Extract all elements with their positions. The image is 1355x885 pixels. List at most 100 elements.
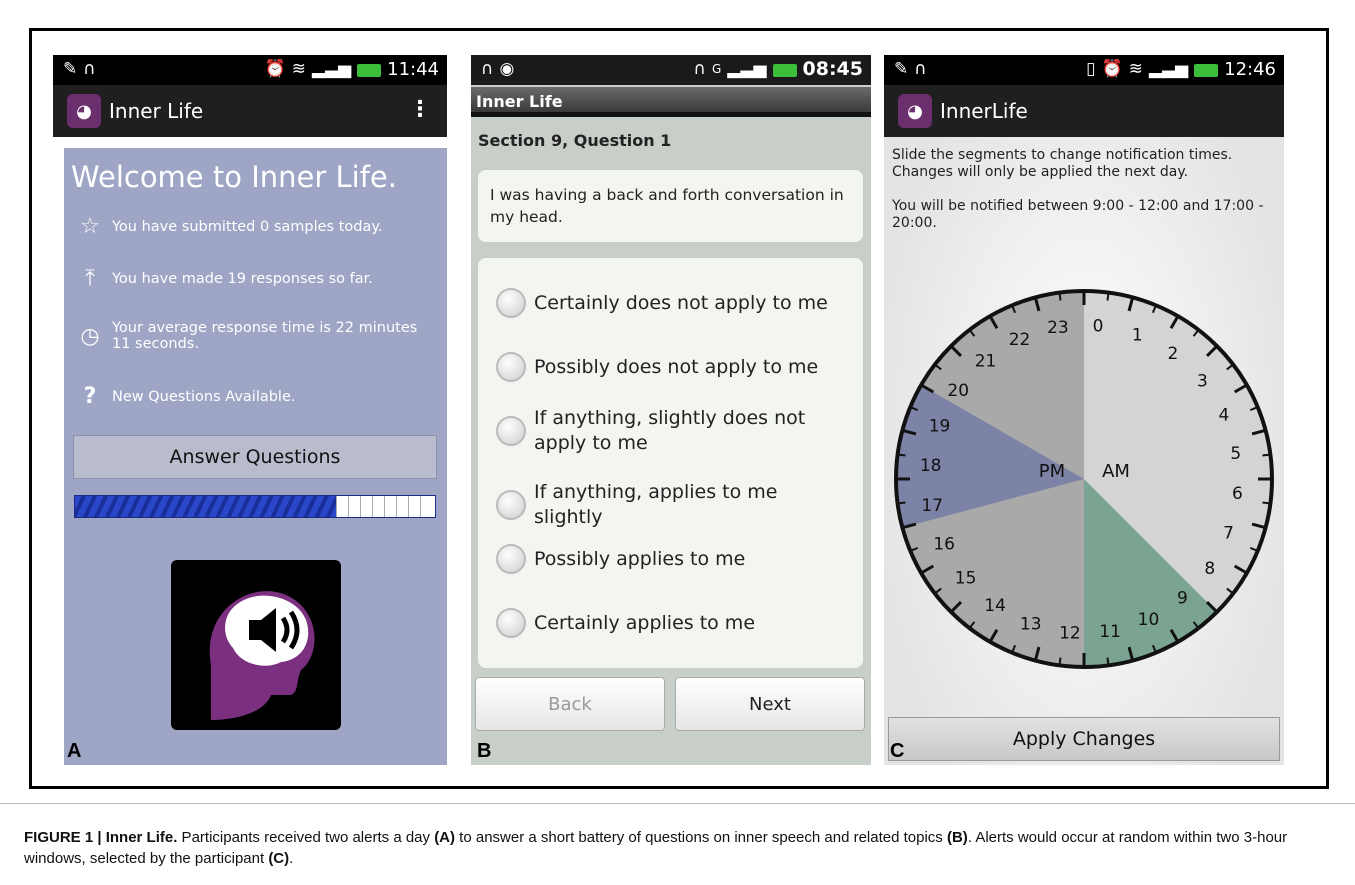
caption-ref-a: (A) [434, 829, 456, 846]
vibrate-icon: ▯ [1086, 59, 1096, 79]
progress-fill [75, 496, 336, 517]
progress-cell [348, 496, 360, 517]
figure-caption: FIGURE 1 | Inner Life. Participants rece… [0, 803, 1355, 869]
option-label: Certainly does not apply to me [534, 291, 828, 314]
battery-icon [1194, 63, 1219, 77]
hour-label: 11 [1099, 622, 1121, 642]
app-logo-icon: ◕ [67, 94, 101, 128]
hour-label: 23 [1047, 318, 1069, 338]
hour-label: 20 [947, 381, 969, 401]
status-time: 12:46 [1224, 58, 1276, 80]
screen-a: ✎ ∩ ⏰ ≋ ▂▃▅ 11:44 ◕ Inner Life ⋮ Welcome … [53, 55, 447, 765]
radio-button[interactable] [496, 490, 526, 520]
caption-text: Participants received two alerts a day [177, 829, 435, 846]
option-2[interactable]: If anything, slightly does not apply to … [496, 406, 846, 456]
app-logo [171, 560, 341, 730]
option-0[interactable]: Certainly does not apply to me [496, 288, 846, 318]
option-5[interactable]: Certainly applies to me [496, 608, 846, 638]
hour-label: 13 [1020, 614, 1042, 634]
hour-label: 17 [921, 496, 943, 516]
progress-cell [360, 496, 372, 517]
app-bar: ◕ Inner Life ⋮ [53, 85, 447, 137]
option-4[interactable]: Possibly applies to me [496, 544, 846, 574]
stat-text: Your average response time is 22 minutes… [112, 320, 418, 352]
half-hour-tick [1262, 501, 1271, 505]
next-button[interactable]: Next [675, 677, 865, 731]
stat-row-samples: ☆ You have submitted 0 samples today. [76, 216, 441, 238]
edit-icon: ✎ [894, 59, 909, 79]
overflow-menu-icon[interactable]: ⋮ [409, 97, 431, 122]
headphones-icon: ∩ [481, 59, 494, 79]
headphones-icon: ∩ [914, 59, 927, 79]
signal-icon: ▂▃▅ [727, 59, 767, 79]
screen-b: ∩ ◉ ∩ G ▂▃▅ 08:45 Inner Life Section 9, Q… [471, 55, 871, 765]
radio-button[interactable] [496, 608, 526, 638]
stat-row-time: ◷ Your average response time is 22 minut… [76, 320, 441, 352]
edit-icon: ✎ [63, 59, 78, 79]
progress-cell [396, 496, 408, 517]
option-label: Possibly applies to me [534, 547, 746, 570]
hour-label: 6 [1232, 484, 1243, 504]
star-icon: ☆ [80, 214, 100, 239]
half-hour-tick [1058, 657, 1062, 666]
apply-changes-button[interactable]: Apply Changes [888, 717, 1280, 761]
screen-c: ✎ ∩ ▯ ⏰ ≋ ▂▃▅ 12:46 ◕ InnerLife Slide the… [884, 55, 1284, 765]
hour-label: 14 [984, 596, 1006, 616]
radio-button[interactable] [496, 544, 526, 574]
caption-ref-c: (C) [268, 850, 290, 867]
option-label: If anything, slightly does not apply to … [534, 407, 806, 454]
home-body: Welcome to Inner Life. ☆ You have submit… [64, 148, 447, 765]
stat-row-questions: ? New Questions Available. [76, 386, 441, 408]
status-bar: ✎ ∩ ⏰ ≋ ▂▃▅ 11:44 [53, 55, 447, 85]
battery-icon [357, 63, 382, 77]
stat-text: You have made 19 responses so far. [112, 271, 373, 287]
caption-text: to answer a short battery of questions o… [455, 829, 947, 846]
stat-row-responses: ⤒ You have made 19 responses so far. [76, 268, 441, 290]
half-hour-tick [1262, 453, 1271, 457]
status-time: 11:44 [387, 58, 439, 80]
headphones-icon: ∩ [693, 59, 706, 79]
hour-label: 16 [933, 534, 955, 554]
hour-label: 9 [1177, 588, 1188, 608]
hour-label: 7 [1223, 523, 1234, 543]
question-card: I was having a back and forth conversati… [478, 170, 863, 242]
answer-questions-button[interactable]: Answer Questions [73, 435, 437, 479]
half-hour-tick [1106, 657, 1110, 666]
stat-text: New Questions Available. [112, 389, 296, 405]
alarm-icon: ⏰ [1101, 59, 1123, 79]
pm-label: PM [1039, 461, 1065, 482]
battery-icon [772, 63, 797, 77]
option-1[interactable]: Possibly does not apply to me [496, 352, 846, 382]
wifi-icon: ≋ [1128, 59, 1143, 79]
app-title: InnerLife [940, 99, 1028, 123]
hour-label: 18 [920, 456, 942, 476]
clock-icon: ◷ [80, 324, 100, 349]
option-label: If anything, applies to me slightly [534, 481, 778, 528]
upload-icon: ⤒ [85, 266, 95, 291]
welcome-heading: Welcome to Inner Life. [71, 160, 397, 194]
head-speaker-icon [209, 591, 315, 720]
radio-button[interactable] [496, 416, 526, 446]
option-label: Certainly applies to me [534, 611, 756, 634]
stat-text: You have submitted 0 samples today. [112, 219, 383, 235]
progress-cell [408, 496, 420, 517]
hour-label: 10 [1138, 610, 1160, 630]
back-button[interactable]: Back [475, 677, 665, 731]
instructions-text: Slide the segments to change notificatio… [892, 147, 1233, 180]
caption-ref-b: (B) [946, 829, 968, 846]
option-3[interactable]: If anything, applies to me slightly [496, 480, 846, 530]
hour-label: 1 [1132, 326, 1143, 346]
half-hour-tick [897, 501, 906, 505]
time-dial[interactable]: 0 1234567891011121314151617181920212223PM… [892, 287, 1276, 671]
hour-label: 0 [1093, 317, 1104, 337]
am-label: AM [1102, 461, 1130, 482]
progress-remaining [336, 496, 435, 517]
progress-cell [384, 496, 396, 517]
hour-label: 8 [1204, 559, 1215, 579]
status-time: 08:45 [802, 58, 863, 80]
headphones-icon: ∩ [83, 59, 96, 79]
radio-button[interactable] [496, 288, 526, 318]
hour-label: 4 [1218, 406, 1229, 426]
half-hour-tick [1058, 292, 1062, 301]
radio-button[interactable] [496, 352, 526, 382]
